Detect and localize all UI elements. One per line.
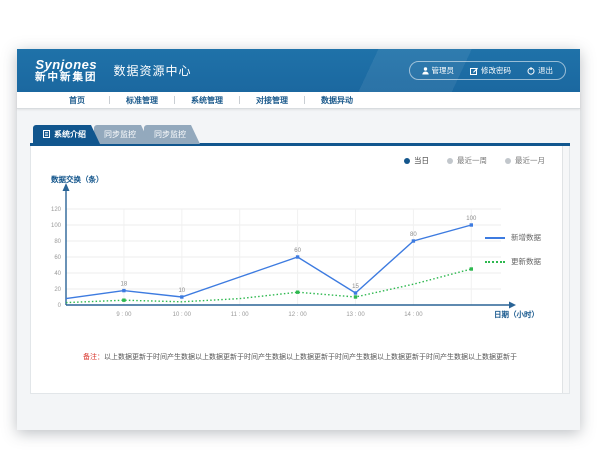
data-point-label: 60 — [294, 248, 301, 254]
edit-icon — [470, 67, 478, 75]
data-point-marker — [354, 291, 357, 294]
logo-subtext: 新中新集团 — [35, 72, 98, 83]
x-axis-arrow-icon — [509, 302, 516, 309]
data-point-label: 100 — [466, 216, 477, 222]
admin-user-button[interactable]: 管理员 — [414, 65, 463, 76]
data-point-label: 18 — [121, 282, 128, 288]
data-point-label: 10 — [178, 288, 185, 294]
y-tick-label: 0 — [58, 303, 62, 309]
power-icon — [527, 67, 535, 75]
tab-sync-monitor-2[interactable]: 同步监控 — [144, 125, 200, 144]
data-point-marker — [354, 295, 357, 298]
document-icon — [43, 130, 50, 140]
x-tick-label: 10 : 00 — [173, 312, 192, 318]
x-tick-label: 11 : 00 — [231, 312, 250, 318]
nav-item-home[interactable]: 首页 — [45, 95, 109, 106]
data-point-label: 80 — [410, 232, 417, 238]
green-dotted-line-sample-icon — [485, 261, 505, 263]
note-text: 以上数据更新于时间产生数据以上数据更新于时间产生数据以上数据更新于时间产生数据以… — [104, 354, 517, 361]
nav-item-standard-mgmt[interactable]: 标准管理 — [110, 95, 174, 106]
data-point-marker — [470, 267, 473, 270]
tab-system-intro[interactable]: 系统介绍 — [33, 125, 100, 144]
legend-item-updated-data[interactable]: 更新数据 — [485, 256, 541, 267]
user-icon — [422, 67, 429, 75]
chart-panel: 当日 最近一周 最近一月 0204060801001209 : 0010 : 0… — [30, 146, 570, 394]
nav-item-system-mgmt[interactable]: 系统管理 — [175, 95, 239, 106]
header-button-group: 管理员 修改密码 退出 — [409, 61, 567, 80]
y-tick-label: 100 — [51, 223, 62, 229]
data-point-marker — [296, 255, 299, 258]
logo-text: Synjones — [35, 58, 98, 72]
note-prefix: 备注： — [83, 354, 104, 361]
change-password-button[interactable]: 修改密码 — [462, 65, 519, 76]
y-tick-label: 60 — [54, 255, 61, 261]
data-point-marker — [296, 291, 299, 294]
panel-scrollbar[interactable] — [562, 146, 569, 393]
chart-legend: 新增数据 更新数据 — [485, 232, 541, 267]
data-point-marker — [180, 295, 183, 298]
legend-item-new-data[interactable]: 新增数据 — [485, 232, 541, 243]
x-axis-title: 日期（小时） — [494, 309, 539, 319]
main-nav: 首页 标准管理 系统管理 对接管理 数据异动 — [17, 92, 580, 109]
y-tick-label: 80 — [54, 239, 61, 245]
logout-button[interactable]: 退出 — [519, 65, 561, 76]
x-tick-label: 13 : 00 — [346, 312, 365, 318]
x-tick-label: 14 : 00 — [404, 312, 423, 318]
y-tick-label: 20 — [54, 287, 61, 293]
x-tick-label: 12 : 00 — [288, 312, 307, 318]
x-tick-label: 9 : 00 — [116, 312, 132, 318]
footer-note: 备注：以上数据更新于时间产生数据以上数据更新于时间产生数据以上数据更新于时间产生… — [31, 352, 569, 362]
data-point-marker — [122, 299, 125, 302]
y-tick-label: 120 — [51, 207, 62, 213]
blue-line-sample-icon — [485, 237, 505, 239]
company-logo: Synjones 新中新集团 — [35, 58, 98, 83]
y-axis-title: 数据交换（条） — [51, 174, 104, 184]
tab-sync-monitor-1[interactable]: 同步监控 — [94, 125, 150, 144]
nav-item-data-change[interactable]: 数据异动 — [305, 95, 369, 106]
y-tick-label: 40 — [54, 271, 61, 277]
data-point-marker — [412, 239, 415, 242]
page-title: 数据资源中心 — [114, 62, 192, 79]
tab-bar: 系统介绍 同步监控 同步监控 — [33, 125, 194, 144]
y-axis-arrow-icon — [63, 183, 70, 191]
data-point-marker — [122, 289, 125, 292]
data-point-marker — [470, 223, 473, 226]
app-window: Synjones 新中新集团 数据资源中心 管理员 修改密码 退出 — [17, 49, 580, 430]
nav-item-connect-mgmt[interactable]: 对接管理 — [240, 95, 304, 106]
app-header: Synjones 新中新集团 数据资源中心 管理员 修改密码 退出 — [17, 49, 580, 92]
data-point-label: 15 — [352, 284, 359, 290]
